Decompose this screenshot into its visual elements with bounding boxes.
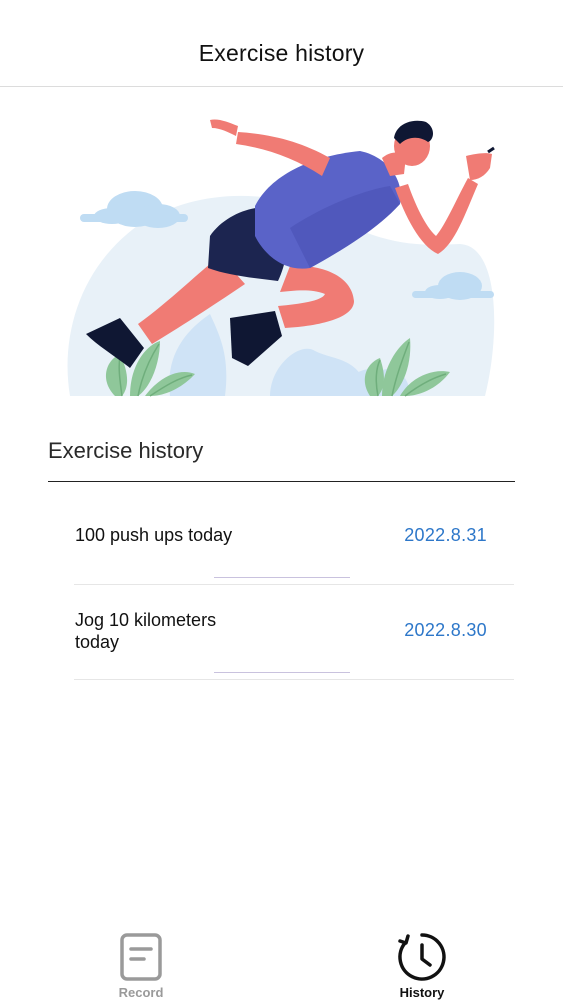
nav-bar: Exercise history	[0, 0, 563, 87]
runner-illustration	[60, 96, 500, 400]
history-item-text: Jog 10 kilometers today	[75, 610, 217, 652]
history-item-text: 100 push ups today	[75, 525, 233, 545]
item-separator-line	[214, 672, 350, 673]
section-divider	[48, 481, 515, 482]
history-item-date: 2022.8.30	[404, 620, 487, 640]
item-separator-line	[214, 577, 350, 578]
tab-bar: Record History	[0, 920, 563, 1000]
tab-history[interactable]: History	[382, 932, 462, 1000]
section-title: Exercise history	[48, 438, 204, 463]
tab-history-label: History	[399, 985, 445, 1000]
back-arm	[236, 132, 330, 176]
history-item-date: 2022.8.31	[404, 525, 487, 545]
clock-history-icon	[398, 933, 446, 981]
front-arm	[395, 178, 478, 254]
page-title: Exercise history	[198, 40, 365, 66]
tab-record[interactable]: Record	[101, 932, 181, 1000]
cloud-left	[80, 191, 188, 228]
history-item[interactable]: Jog 10 kilometers today 2022.8.30	[74, 585, 514, 680]
tab-record-label: Record	[118, 985, 164, 1000]
history-item[interactable]: 100 push ups today 2022.8.31	[74, 490, 514, 585]
document-icon	[120, 933, 162, 981]
